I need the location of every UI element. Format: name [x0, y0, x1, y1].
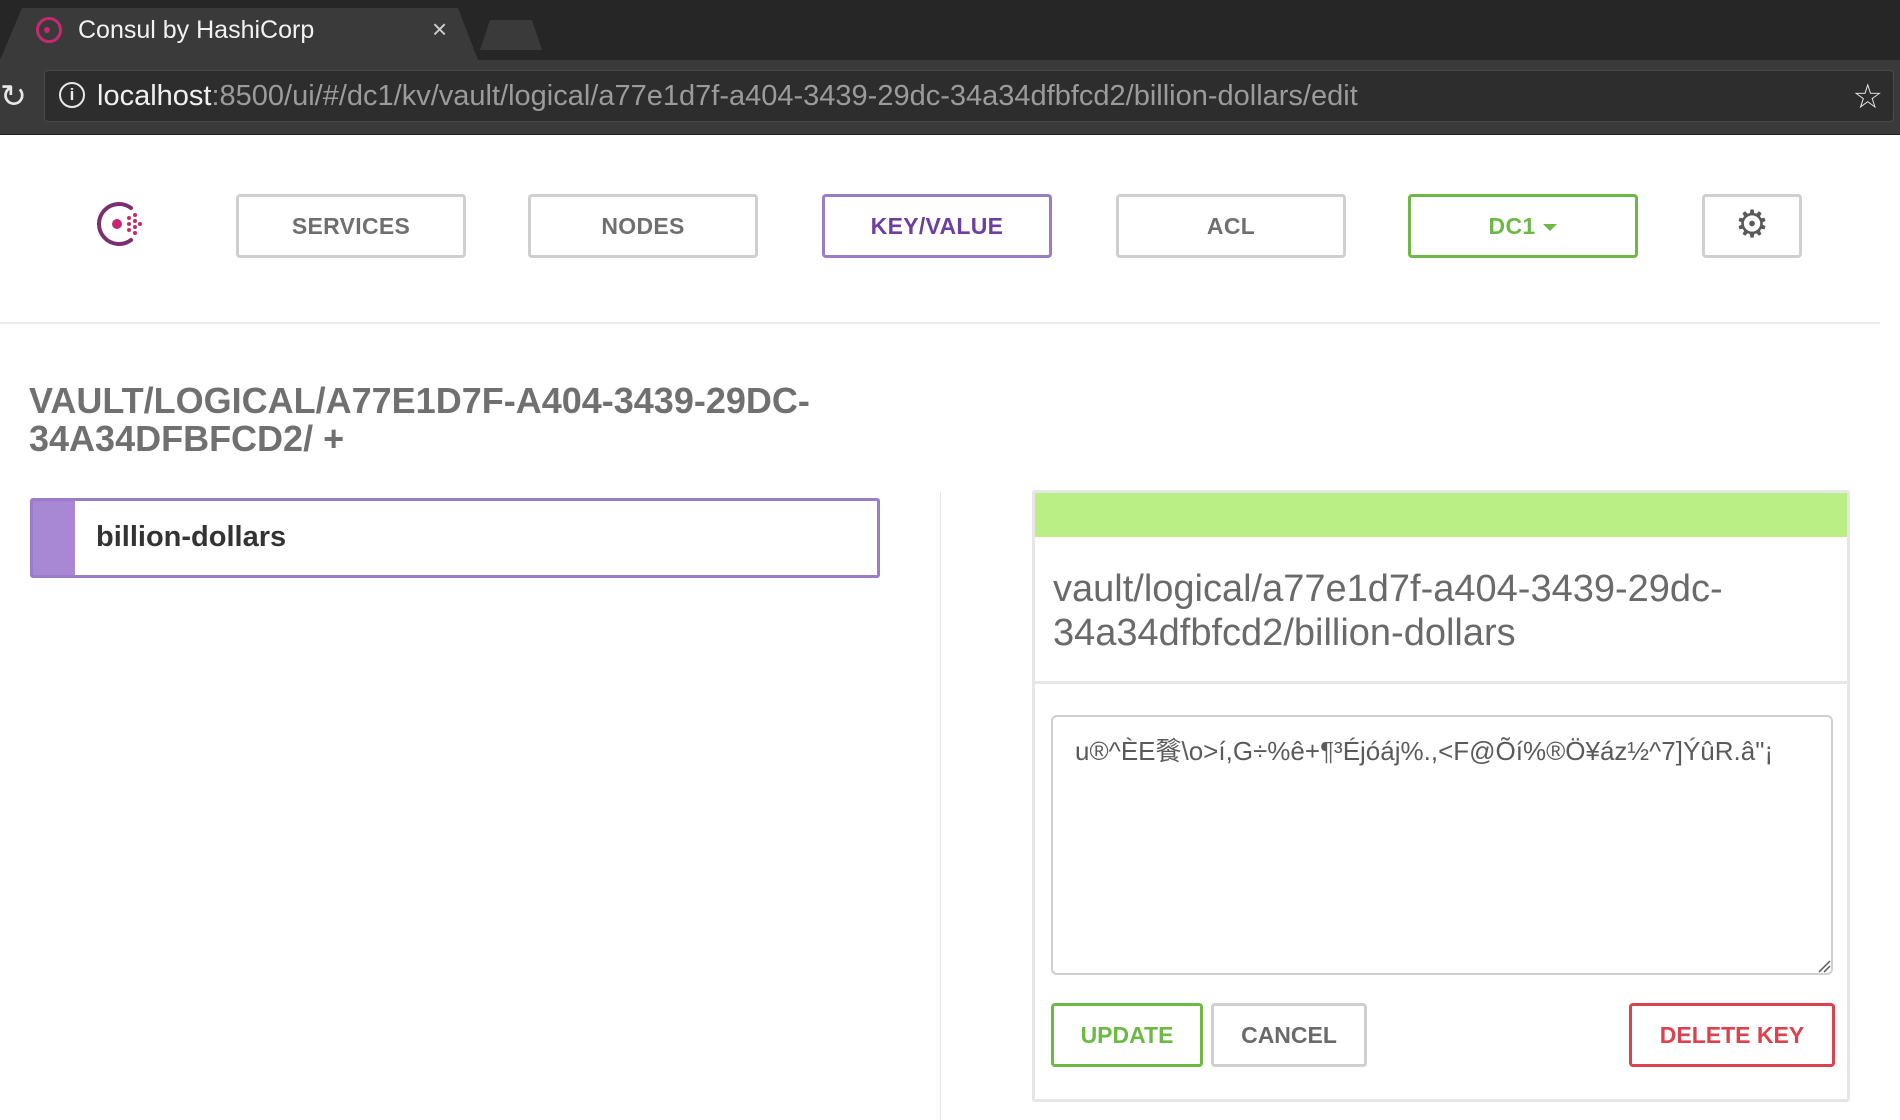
caret-down-icon — [1543, 224, 1558, 232]
browser-tab[interactable]: Consul by HashiCorp × — [0, 8, 478, 60]
selected-indicator — [33, 501, 75, 575]
tab-title: Consul by HashiCorp — [78, 16, 315, 44]
datacenter-dropdown[interactable]: DC1 — [1408, 194, 1638, 258]
new-tab-button[interactable] — [480, 20, 542, 50]
bookmark-star-icon[interactable]: ☆ — [1853, 77, 1883, 117]
nav-acl-button[interactable]: ACL — [1116, 194, 1346, 258]
kv-path-title[interactable]: VAULT/LOGICAL/A77E1D7F-A404-3439-29DC-34… — [29, 382, 889, 458]
site-info-icon[interactable]: i — [59, 82, 85, 108]
nav-services-button[interactable]: SERVICES — [236, 194, 466, 258]
value-textarea[interactable]: u®^ÈE餮\o>í,G÷%ê+¶³Éjóáj%.,<F@Õí%®Ö¥áz½^7… — [1051, 715, 1833, 975]
key-path-heading: vault/logical/a77e1d7f-a404-3439-29dc-34… — [1053, 568, 1723, 654]
cancel-button[interactable]: CANCEL — [1211, 1003, 1367, 1067]
address-bar[interactable]: i localhost:8500/ui/#/dc1/kv/vault/logic… — [44, 70, 1894, 122]
list-item[interactable]: billion-dollars — [30, 498, 880, 578]
nav-nodes-button[interactable]: NODES — [528, 194, 758, 258]
url-text[interactable]: localhost:8500/ui/#/dc1/kv/vault/logical… — [97, 80, 1358, 113]
settings-gear-icon[interactable]: ⚙ — [1702, 194, 1802, 258]
url-host: localhost — [97, 80, 212, 112]
nav-key-value-button[interactable]: KEY/VALUE — [822, 194, 1052, 258]
browser-toolbar: ↻ i localhost:8500/ui/#/dc1/kv/vault/log… — [0, 60, 1900, 135]
consul-logo-icon[interactable] — [91, 196, 147, 252]
key-label: billion-dollars — [96, 521, 287, 553]
tab-close-icon[interactable]: × — [432, 14, 447, 45]
browser-tabbar: Consul by HashiCorp × — [0, 0, 1900, 60]
resize-handle-icon[interactable] — [1817, 959, 1831, 973]
key-editor-panel: vault/logical/a77e1d7f-a404-3439-29dc-34… — [1032, 490, 1850, 1102]
consul-favicon-icon — [36, 17, 62, 43]
reload-icon[interactable]: ↻ — [0, 80, 27, 112]
panel-divider — [1035, 681, 1847, 684]
delete-key-button[interactable]: DELETE KEY — [1629, 1003, 1835, 1067]
column-divider — [940, 492, 941, 1120]
datacenter-label: DC1 — [1488, 213, 1536, 239]
update-button[interactable]: UPDATE — [1051, 1003, 1203, 1067]
status-bar — [1035, 493, 1847, 537]
header-divider — [0, 322, 1880, 324]
url-path: :8500/ui/#/dc1/kv/vault/logical/a77e1d7f… — [211, 80, 1358, 112]
